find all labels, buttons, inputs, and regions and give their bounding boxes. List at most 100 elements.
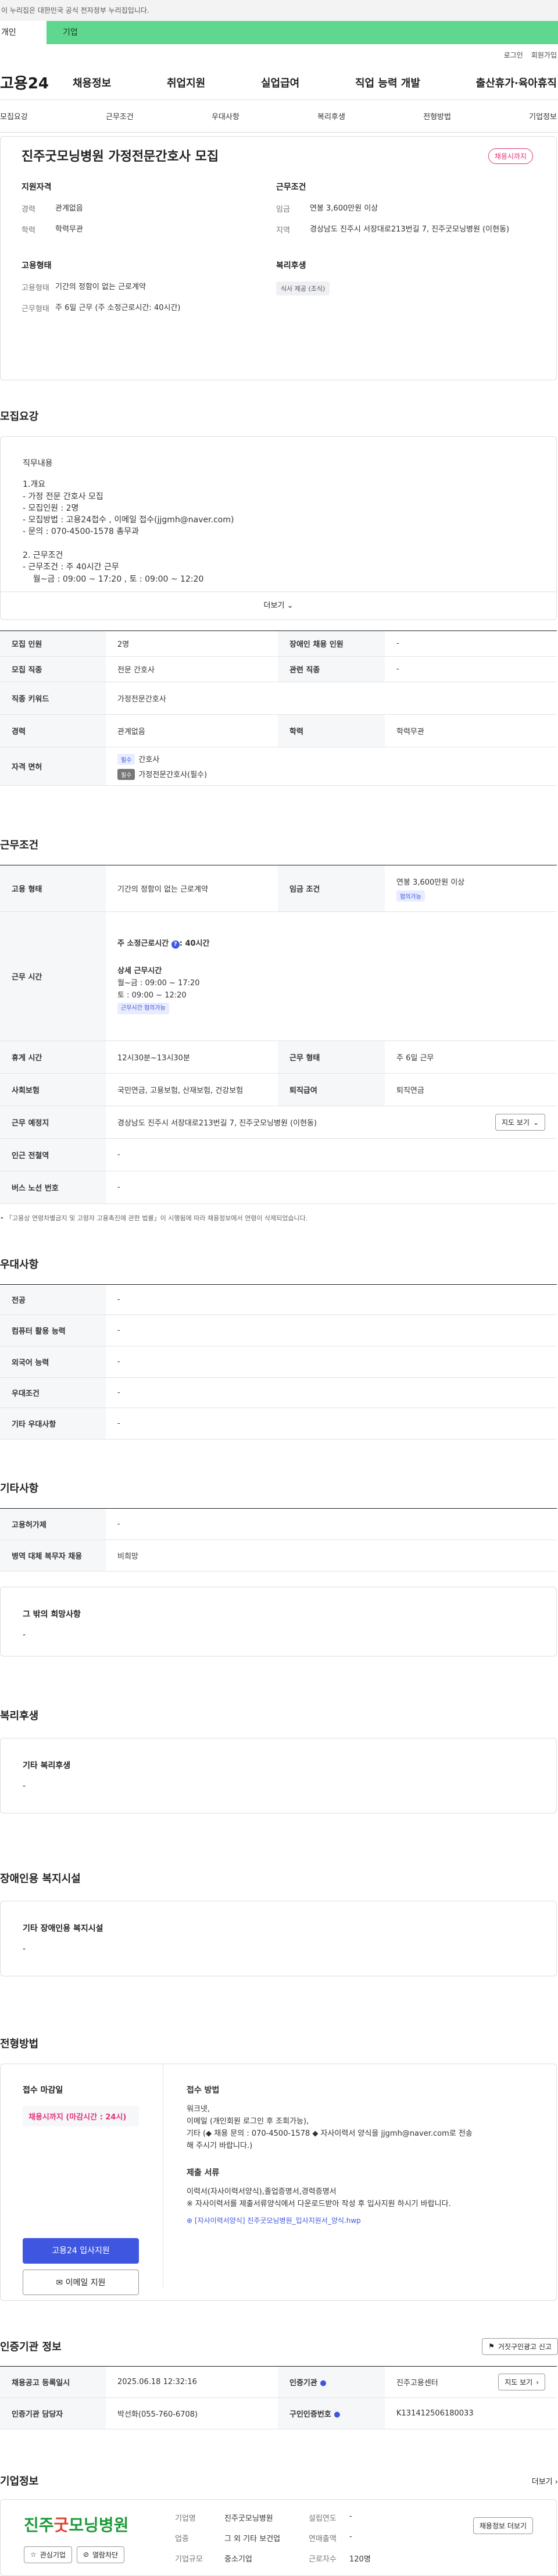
desc-line: - 근무조건 : 주 40시간 근무 xyxy=(23,562,119,572)
size-key: 기업규모 xyxy=(175,2554,203,2564)
chevron-down-icon: ⌄ xyxy=(287,601,294,610)
wform-key: 근무 형태 xyxy=(278,1041,385,1074)
welfare-box-value: - xyxy=(23,1782,26,1791)
docs-title: 제출 서류 xyxy=(187,2168,220,2178)
gnb-unemployment[interactable]: 실업급여 xyxy=(261,75,299,90)
hours-detail-title: 상세 근무시간 xyxy=(117,967,162,976)
star-icon: ☆ xyxy=(30,2550,37,2559)
anchor-selection[interactable]: 전형방법 xyxy=(423,111,451,122)
agency-map-button[interactable]: 지도 보기 › xyxy=(498,2374,545,2390)
desc-line xyxy=(23,538,556,550)
help-icon[interactable]: ? xyxy=(171,940,180,949)
wform-value: 주 6일 근무 xyxy=(385,1041,557,1074)
subway-value: - xyxy=(106,1138,557,1171)
gnb-employment-support[interactable]: 취업지원 xyxy=(167,75,205,90)
file-download-link[interactable]: ⊕ [자사이력서양식] 진주굿모닝병원_입사지원서_양식.hwp xyxy=(187,2215,556,2226)
mail-icon: ✉ xyxy=(56,2278,63,2288)
more-button[interactable]: 더보기 ⌄ xyxy=(1,592,556,619)
emptype-value: 기간의 정함이 없는 근로계약 xyxy=(55,283,146,291)
cond-key: 우대조건 xyxy=(0,1377,106,1408)
size-value: 중소기업 xyxy=(224,2554,252,2564)
apply-title: 전형방법 xyxy=(0,2038,39,2050)
gnb-leave[interactable]: 출산휴가·육아휴직 xyxy=(476,75,557,90)
welfare-chip: 식사 제공 (조식) xyxy=(276,282,330,295)
block-label: 열람차단 xyxy=(92,2550,119,2559)
career-value: 관계없음 xyxy=(55,204,83,213)
welfare-box: 기타 복리후생 - xyxy=(0,1738,557,1813)
name-value: 진주굿모닝병원 xyxy=(224,2514,273,2523)
logo-part: 굿 xyxy=(53,2515,69,2535)
sales-value: - xyxy=(349,2532,352,2541)
anchor-conditions[interactable]: 근무조건 xyxy=(106,111,134,122)
facility-title: 장애인용 복지시설 xyxy=(0,1873,81,1885)
year-key: 설립연도 xyxy=(309,2514,337,2523)
desc-line: 월~금 : 09:00 ~ 17:20 , 토 : 09:00 ~ 12:20 xyxy=(23,574,204,584)
tab-individual[interactable]: 개인 xyxy=(0,21,46,44)
desc-line: 1.개요 xyxy=(23,480,46,490)
permit-value: - xyxy=(106,1508,557,1540)
gov-notice-bar: 이 누리집은 대한민국 공식 전자정부 누리집입니다. xyxy=(0,0,558,21)
hours-line: 월~금 : 09:00 ~ 17:20 xyxy=(117,979,200,988)
anchor-preferences[interactable]: 우대사항 xyxy=(212,111,239,122)
other-table: 고용허가제 - 병역 대체 복무자 채용 비희망 xyxy=(0,1508,557,1572)
employees-key: 근로자수 xyxy=(309,2554,337,2564)
gov-notice: 이 누리집은 대한민국 공식 전자정부 누리집입니다. xyxy=(1,6,149,15)
facility-box-value: - xyxy=(23,1944,26,1954)
military-value: 비희망 xyxy=(106,1540,557,1572)
employees-value: 120명 xyxy=(349,2554,371,2564)
edu-key: 학력 xyxy=(22,226,35,235)
welfare-title: 복리후생 xyxy=(0,1710,39,1722)
company-title: 기업정보 xyxy=(0,2475,39,2488)
site-logo[interactable]: 고용24 xyxy=(0,72,73,93)
career-value: 관계없음 xyxy=(106,714,278,747)
company-more-link[interactable]: 더보기 › xyxy=(532,2475,558,2486)
join-link[interactable]: 회원가입 xyxy=(531,50,557,60)
report-label: 거짓구인광고 신고 xyxy=(498,2342,552,2351)
industry-key: 업종 xyxy=(175,2534,189,2543)
block-button[interactable]: ⊘ 열람차단 xyxy=(76,2546,125,2563)
manager-key: 인증기관 담당자 xyxy=(0,2397,106,2429)
company-jobs-button[interactable]: 채용정보 더보기 xyxy=(473,2517,533,2534)
region-key: 지역 xyxy=(276,226,290,235)
deadline-value: 채용시까지 (마감시간 : 24시) xyxy=(23,2106,139,2126)
work-table: 고용 형태 기간의 정함이 없는 근로계약 임금 조건 연봉 3,600만원 이상 협의… xyxy=(0,865,557,1204)
anchor-welfare[interactable]: 복리후생 xyxy=(317,111,345,122)
wage-value: 연봉 3,600만원 이상 xyxy=(310,204,378,213)
company-more-label: 더보기 xyxy=(531,2477,553,2486)
docs-line: 이력서(자사이력서양식),졸업증명서,경력증명서 xyxy=(187,2187,337,2196)
place-key: 근무 예정지 xyxy=(0,1106,106,1139)
anchor-company[interactable]: 기업정보 xyxy=(529,111,557,122)
interest-button[interactable]: ☆ 관심기업 xyxy=(24,2546,72,2563)
deadline-label: 접수 마감일 xyxy=(23,2086,63,2095)
email-apply-button[interactable]: ✉ 이메일 지원 xyxy=(23,2269,139,2295)
report-button[interactable]: ⚑ 거짓구인광고 신고 xyxy=(482,2338,558,2355)
help-icon[interactable]: ● xyxy=(334,2410,340,2419)
anchor-recruit[interactable]: 모집요강 xyxy=(0,111,28,122)
gnb-jobs[interactable]: 채용정보 xyxy=(73,75,111,90)
util-links: 로그인 회원가입 xyxy=(0,44,558,65)
org-key: 인증기관 ● xyxy=(278,2366,385,2398)
qual-label: 지원자격 xyxy=(22,183,52,192)
org-value: 진주고용센터 xyxy=(396,2379,438,2388)
related-value: - xyxy=(385,656,557,682)
map-button[interactable]: 지도 보기 ⌄ xyxy=(495,1114,545,1131)
login-link[interactable]: 로그인 xyxy=(504,50,523,60)
welfare-label: 복리후생 xyxy=(276,261,306,270)
break-value: 12시30분~13시30분 xyxy=(106,1041,278,1074)
emp-label: 고용형태 xyxy=(22,261,52,270)
year-value: - xyxy=(349,2511,352,2521)
insurance-key: 사회보험 xyxy=(0,1073,106,1106)
other-title: 기타사항 xyxy=(0,1483,39,1495)
email-apply-label: 이메일 지원 xyxy=(65,2278,106,2288)
method-line: 기타 (◆ 채용 문의 : 070-4500-1578 ◆ 자사이력서 양식을 … xyxy=(187,2129,473,2138)
edu-value: 학력무관 xyxy=(385,714,557,747)
tab-company[interactable]: 기업 xyxy=(46,21,78,44)
desc-title: 직무내용 xyxy=(23,459,53,468)
retire-key: 퇴직급여 xyxy=(278,1073,385,1106)
career-key: 경력 xyxy=(22,205,35,214)
keyword-key: 직종 키워드 xyxy=(0,682,106,715)
apply-button[interactable]: 고용24 입사지원 xyxy=(23,2238,139,2264)
gnb-training[interactable]: 직업 능력 개발 xyxy=(355,75,420,90)
insurance-value: 국민연금, 고용보험, 산재보험, 건강보험 xyxy=(106,1073,278,1106)
help-icon[interactable]: ● xyxy=(320,2379,326,2388)
